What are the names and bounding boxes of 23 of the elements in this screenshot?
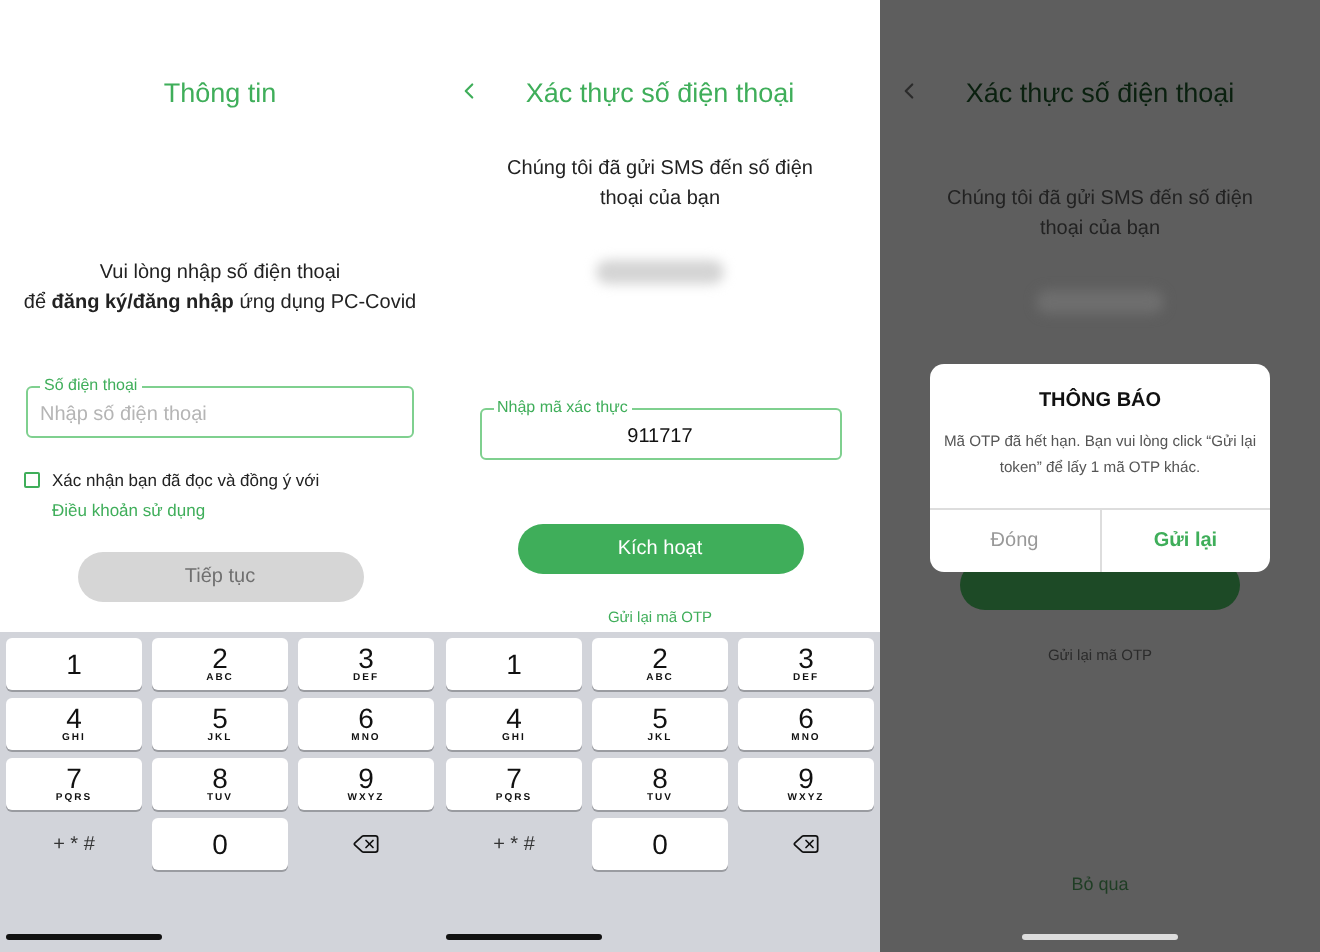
keyboard-key[interactable]: + * # <box>446 818 582 870</box>
keyboard-key[interactable]: 1 <box>6 638 142 690</box>
keyboard-key[interactable]: 0 <box>152 818 288 870</box>
code-field[interactable]: Nhập mã xác thực 911717 <box>479 400 841 460</box>
keyboard-key[interactable]: 1 <box>446 638 582 690</box>
sms-sent-message: Chúng tôi đã gửi SMS đến số điện thoại của bạn <box>945 186 1255 244</box>
field-label: Số điện thoại <box>42 378 140 394</box>
screen-title: Thông tin <box>163 77 277 107</box>
backspace-icon[interactable] <box>352 830 380 858</box>
instruction-text: Vui lòng nhập số điện thoại để đăng ký/đăng nhập ứng dụng PC-Covid <box>21 260 419 318</box>
dialog-title: THÔNG BÁO <box>1038 390 1162 412</box>
consent-checkbox[interactable] <box>24 472 40 488</box>
screen-title: Xác thực số điện thoại <box>525 77 795 107</box>
code-input[interactable]: 911717 <box>493 422 827 452</box>
consent-text: Xác nhận bạn đã đọc và đồng ý với <box>52 470 320 490</box>
phone-input[interactable]: Nhập số điện thoại <box>40 400 400 430</box>
field-label: Nhập mã xác thực <box>495 400 630 416</box>
blurred-phone-number <box>596 260 724 284</box>
keyboard-key[interactable]: + * # <box>6 818 142 870</box>
sms-sent-message: Chúng tôi đã gửi SMS đến số điện thoại của bạn <box>505 156 815 214</box>
keyboard-key[interactable]: 0 <box>592 818 728 870</box>
screen-title: Xác thực số điện thoại <box>965 77 1235 107</box>
backspace-icon[interactable] <box>792 830 820 858</box>
